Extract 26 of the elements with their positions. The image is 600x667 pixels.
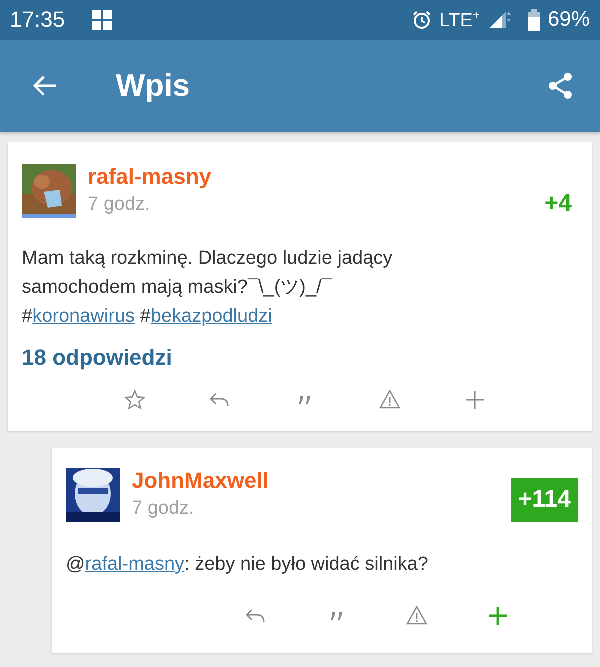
warning-icon[interactable] [379,389,402,411]
clock-time: 17:35 [10,7,66,33]
notification-icon [91,9,114,31]
alarm-icon [412,10,432,30]
vote-count: +114 [511,478,578,522]
signal-icon [488,10,512,30]
plus-icon[interactable] [464,389,486,411]
username-link[interactable]: rafal-masny [88,164,539,190]
screen-title: Wpis [116,68,190,104]
vote-count: +4 [544,189,573,219]
warning-icon[interactable] [406,605,428,627]
post-time: 7 godz. [132,498,196,520]
hashtag-link[interactable]: koronawirus [32,306,136,327]
post-time: 7 godz. [88,194,152,216]
network-type: LTE$^{+}$ [440,8,480,32]
post-text: Mam taką rozkminę. Dlaczego ludzie jadący samochodem mają maski?¯\_(ツ)_/¯ #koronawirus #bekazpodludzi [22,247,394,329]
hashtag-link[interactable]: bekazpodludzi [150,306,272,327]
username-link[interactable]: JohnMaxwell [132,468,512,494]
comment-text: @rafal-masny: żeby nie było widać silnika? [66,553,430,577]
mention-link[interactable]: rafal-masny [85,554,185,575]
star-icon[interactable] [124,389,146,411]
replies-link[interactable]: 18 odpowiedzi [22,345,172,371]
battery-icon [528,9,540,31]
share-icon [548,72,574,100]
battery-level: 69% [548,8,590,32]
plus-icon[interactable] [486,605,509,627]
